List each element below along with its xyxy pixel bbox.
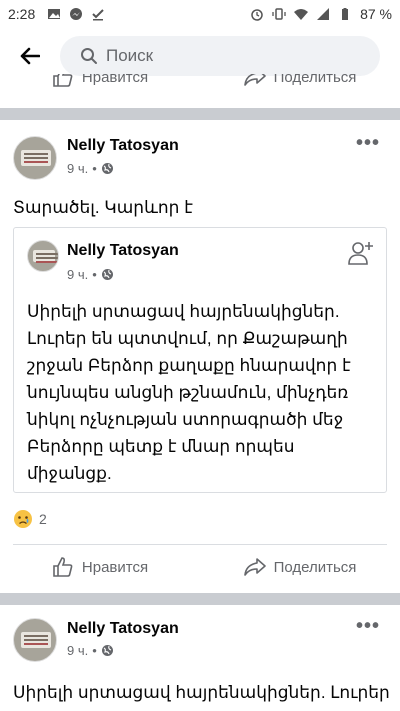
status-time: 2:28 (8, 6, 36, 22)
text-line: միջանցք. (27, 464, 112, 483)
post-text: Սիրելի սրտացավ հայրենակիցներ. Լուրեր (13, 683, 390, 702)
feed-separator (0, 108, 400, 120)
share-button[interactable]: Поделиться (200, 545, 400, 589)
shared-post-author[interactable]: Nelly Tatosyan (67, 242, 179, 260)
post-author[interactable]: Nelly Tatosyan (67, 137, 179, 155)
text-line: Սիրելի սրտացավ հայրենակիցներ. (27, 302, 340, 321)
more-options-button[interactable]: ••• (356, 615, 380, 638)
post-meta: 9 ч. • (67, 643, 114, 658)
wifi-icon (294, 9, 309, 20)
reaction-summary[interactable]: 2 (13, 509, 47, 529)
add-friend-icon[interactable] (348, 240, 374, 266)
messenger-icon (70, 8, 83, 20)
vibrate-icon (272, 8, 286, 20)
more-options-button[interactable]: ••• (356, 132, 380, 155)
post-actions: Нравится Поделиться (0, 545, 400, 589)
previous-share-button[interactable]: Поделиться (200, 74, 400, 88)
text-line: նույնպես անցնի թշնամուն, մինչդեռ (27, 383, 349, 402)
avatar[interactable] (27, 240, 59, 272)
post-header: Nelly Tatosyan 9 ч. • ••• (0, 605, 400, 665)
like-label: Нравится (81, 558, 149, 576)
battery-level: 87 % (360, 6, 392, 22)
text-line: շրջան Բերձոր քաղաքը հնարավոր է (27, 356, 351, 375)
post-header: Nelly Tatosyan 9 ч. • ••• (0, 120, 400, 180)
globe-icon (101, 269, 113, 280)
share-arrow-icon (243, 74, 266, 86)
shared-post[interactable]: Nelly Tatosyan 9 ч. • Սիրելի սրտացավ հայ… (13, 227, 387, 493)
thumbs-up-icon (53, 557, 73, 577)
previous-like-label: Нравится (81, 74, 149, 86)
search-icon (81, 48, 97, 64)
avatar[interactable] (13, 136, 57, 180)
status-bar: 2:28 87 % (0, 0, 400, 28)
post-time[interactable]: 9 ч. (67, 161, 88, 176)
previous-share-label: Поделиться (273, 74, 357, 86)
image-icon (48, 9, 61, 19)
battery-icon (342, 8, 349, 20)
thumbs-up-icon (53, 74, 73, 87)
shared-post-time[interactable]: 9 ч. (67, 267, 88, 282)
search-bar[interactable] (60, 36, 380, 76)
feed-separator (0, 593, 400, 605)
text-line: Լուրեր են պտտվում, որ Քաշաթաղի (27, 329, 348, 348)
globe-icon (101, 163, 113, 174)
sad-reaction-icon (14, 510, 32, 528)
globe-icon (101, 645, 113, 656)
text-line: Բերձորը պետք է մնար որպես (27, 437, 295, 456)
avatar[interactable] (13, 618, 57, 662)
alarm-icon (251, 9, 263, 21)
text-line: նիկոլ ոչնչության ստորագրածի մեջ (27, 410, 344, 429)
post-card: Nelly Tatosyan 9 ч. • ••• Տարածել. Կարևո… (0, 120, 400, 593)
previous-like-button[interactable]: Нравится (0, 74, 200, 88)
signal-icon (317, 8, 330, 20)
post-text: Տարածել. Կարևոր է (13, 198, 193, 217)
reaction-count: 2 (39, 511, 47, 527)
download-done-icon (92, 9, 104, 21)
search-input[interactable] (106, 46, 346, 66)
previous-post-actions: Нравится Поделиться (0, 74, 400, 94)
post-meta: 9 ч. • (67, 161, 114, 176)
arrow-left-icon (20, 47, 40, 65)
post-time[interactable]: 9 ч. (67, 643, 88, 658)
share-label: Поделиться (273, 558, 357, 576)
share-arrow-icon (243, 558, 266, 576)
post-author[interactable]: Nelly Tatosyan (67, 620, 179, 638)
like-button[interactable]: Нравится (0, 545, 200, 589)
shared-post-text: Սիրելի սրտացավ հայրենակիցներ. Լուրեր են … (27, 298, 351, 487)
shared-post-meta: 9 ч. • (67, 267, 114, 282)
post-card: Nelly Tatosyan 9 ч. • ••• Սիրելի սրտացավ… (0, 605, 400, 711)
